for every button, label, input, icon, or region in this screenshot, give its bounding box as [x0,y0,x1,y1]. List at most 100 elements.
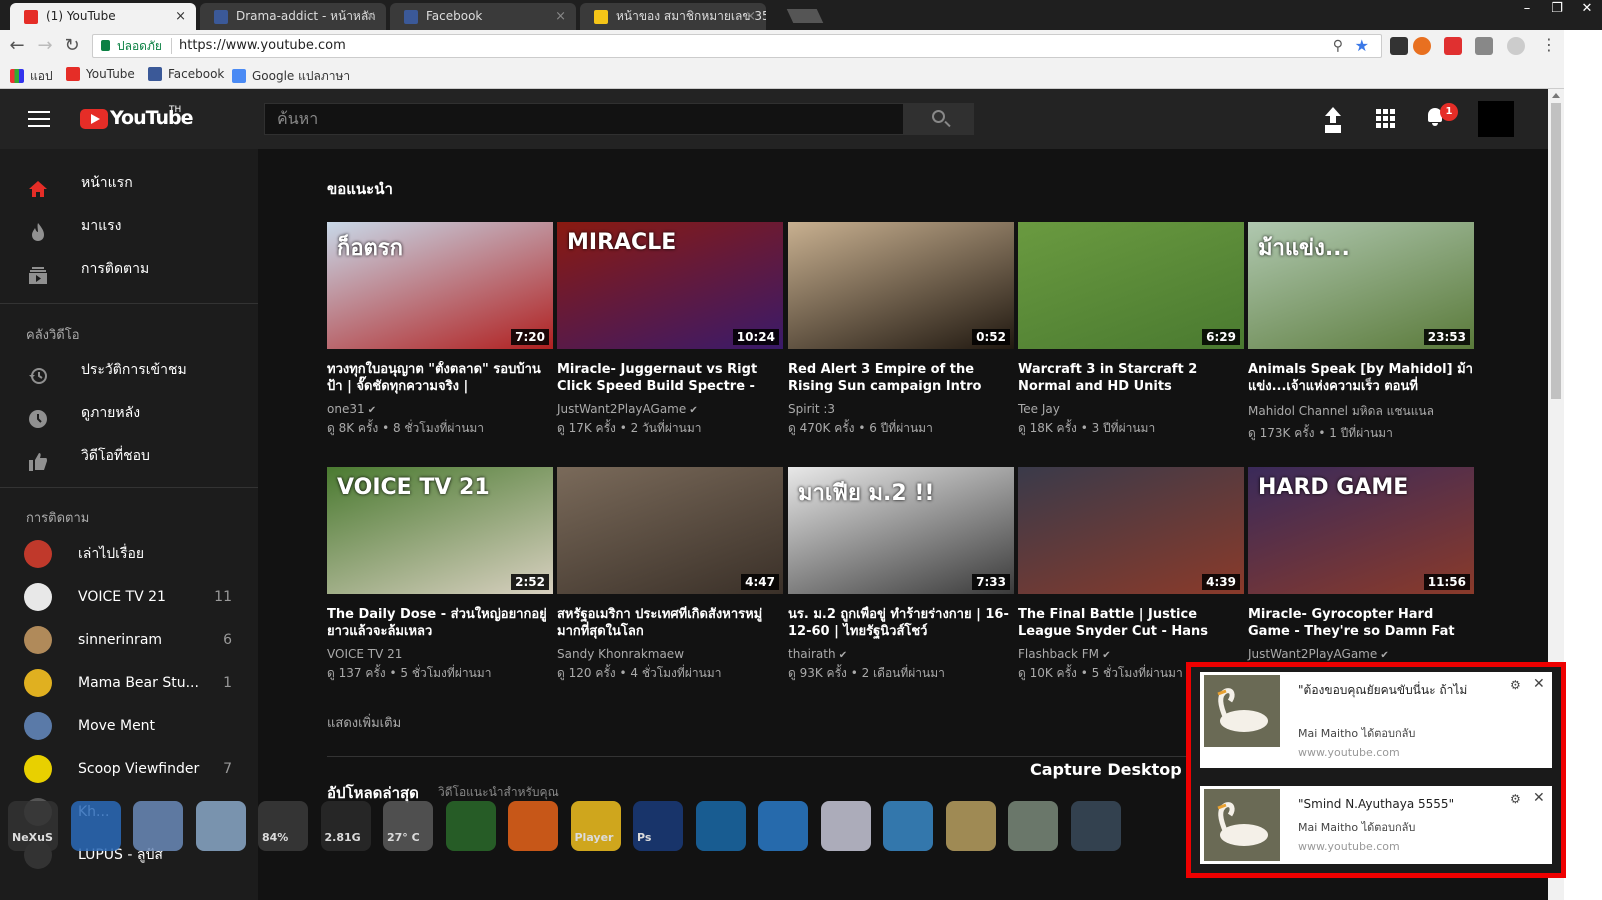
video-thumbnail[interactable]: 0:52 [788,222,1014,349]
scroll-up-arrow-icon[interactable] [1552,93,1560,98]
notification-settings-icon[interactable]: ⚙ [1510,678,1521,692]
photoshop-icon[interactable]: Ps [633,801,683,851]
forward-arrow-icon[interactable]: → [34,35,56,56]
tab-close-icon[interactable]: × [365,3,376,30]
video-card[interactable]: 4:39 The Final Battle | Justice League Sn… [1018,467,1244,683]
sidebar-subscription-item[interactable]: เล่าไปเรื่อย [0,533,258,576]
tab-close-icon[interactable]: × [175,3,186,30]
browser-tab[interactable]: Facebook × [390,3,576,30]
youtube-logo-icon[interactable] [80,109,108,129]
video-thumbnail[interactable]: HARD GAME 11:56 [1248,467,1474,594]
sidebar-item-subscriptions[interactable]: การติดตาม [0,248,258,291]
video-thumbnail[interactable]: MIRACLE 10:24 [557,222,783,349]
firefox-icon[interactable] [508,801,558,851]
video-channel[interactable]: Flashback FM ✔ [1018,647,1244,661]
reload-icon[interactable]: ↻ [61,35,83,56]
sidebar-subscription-item[interactable]: VOICE TV 21 11 [0,576,258,619]
disk-utility-icon[interactable] [820,801,871,851]
video-title[interactable]: Miracle- Juggernaut vs Rigt Click Speed … [557,361,783,395]
sidebar-subscription-item[interactable]: Move Ment [0,705,258,748]
extension-pocket-icon[interactable] [1390,37,1408,55]
video-card[interactable]: ก็อตรก 7:20 ทวงทุกใบอนุญาต "ตั้งตลาด" รอบบ… [327,222,553,438]
flash-tool-icon[interactable] [883,801,933,851]
video-card[interactable]: 6:29 Warcraft 3 in Starcraft 2 Normal and… [1018,222,1244,438]
video-card[interactable]: 4:47 สหรัฐอเมริกา ประเทศที่เกิดสังหารหมู่… [557,467,783,683]
bug-shield-icon[interactable] [758,801,808,851]
scrollbar-thumb[interactable] [1551,103,1561,399]
notification-close-icon[interactable]: ✕ [1533,790,1545,806]
computer-icon[interactable] [133,801,183,851]
video-thumbnail[interactable]: 4:39 [1018,467,1244,594]
browser-tab[interactable]: (1) YouTube × [10,3,196,30]
search-button[interactable] [904,103,974,135]
bookmark-youtube[interactable]: YouTube [66,67,135,81]
search-input[interactable]: ค้นหา [264,103,904,135]
video-thumbnail[interactable]: มาเฟีย ม.2 !! 7:33 [788,467,1014,594]
notification-settings-icon[interactable]: ⚙ [1510,792,1521,806]
zoom-magnifier-icon[interactable]: ⚲ [1333,35,1343,57]
video-thumbnail[interactable]: ก็อตรก 7:20 [327,222,553,349]
video-title[interactable]: นร. ม.2 ถูกเพื่อขู่ ทำร้ายร่างกาย | 16-1… [788,606,1014,640]
video-channel[interactable]: JustWant2PlayAGame ✔ [557,402,783,416]
bookmark-star-icon[interactable]: ★ [1355,35,1369,57]
notification-card[interactable]: "Smind N.Ayuthaya 5555" Mai Maitho ได้ตอบ… [1200,786,1552,864]
video-channel[interactable]: Spirit :3 [788,402,1014,416]
atom-globe-icon[interactable] [945,801,996,851]
webcam-icon[interactable] [1070,801,1121,851]
hamburger-menu-icon[interactable] [28,111,50,127]
extension-orange-icon[interactable] [1413,37,1431,55]
recycle-bin-icon[interactable] [195,801,246,851]
video-title[interactable]: Miracle- Gyrocopter Hard Game - They're … [1248,606,1474,640]
sidebar-subscription-item[interactable]: sinnerinram 6 [0,619,258,662]
video-thumbnail[interactable]: 4:47 [557,467,783,594]
windows-logo-icon[interactable] [70,801,121,851]
close-window-button[interactable]: ✕ [1572,0,1602,20]
video-title[interactable]: Animals Speak [by Mahidol] ม้าแข่ง...เจ้… [1248,361,1474,395]
new-tab-button[interactable] [786,9,824,23]
video-channel[interactable]: Sandy Khonrakmaew [557,647,783,661]
video-channel[interactable]: Mahidol Channel มหิดล แชนแนล [1248,402,1474,421]
apps-grid-icon[interactable] [1372,105,1398,131]
video-thumbnail[interactable]: ม้าแข่ง... 23:53 [1248,222,1474,349]
camera-lens-icon[interactable] [695,801,746,851]
maximize-button[interactable]: ❐ [1542,0,1572,20]
tab-close-icon[interactable]: × [745,3,756,30]
address-bar[interactable]: ปลอดภัย https://www.youtube.com ⚲ ★ [92,34,1382,58]
video-title[interactable]: สหรัฐอเมริกา ประเทศที่เกิดสังหารหมู่มากท… [557,606,783,640]
upload-icon[interactable] [1320,105,1346,131]
notification-card[interactable]: "ต้องขอบคุณยัยคนขับนี่นะ ถ้าไม่ Mai Maith… [1200,672,1552,768]
video-card[interactable]: HARD GAME 11:56 Miracle- Gyrocopter Hard G… [1248,467,1474,664]
video-card[interactable]: MIRACLE 10:24 Miracle- Juggernaut vs Rigt … [557,222,783,438]
video-channel[interactable]: Tee Jay [1018,402,1244,416]
account-avatar[interactable] [1478,101,1514,137]
sidebar-item-liked-videos[interactable]: วิดีโอที่ชอบ [0,435,258,478]
video-thumbnail[interactable]: 6:29 [1018,222,1244,349]
minimize-button[interactable]: – [1512,0,1542,20]
sidebar-subscription-item[interactable]: Scoop Viewfinder 7 [0,748,258,791]
video-title[interactable]: The Daily Dose - ส่วนใหญ่อยากอยู่ยาวแล้ว… [327,606,553,640]
browser-tab[interactable]: Drama-addict - หน้าหลัก × [200,3,386,30]
sidebar-item-watch-later[interactable]: ดูภายหลัง [0,392,258,435]
sidebar-item-home[interactable]: หน้าแรก [0,162,258,205]
cpu-meter-icon[interactable]: 84% [258,801,308,851]
video-card[interactable]: VOICE TV 21 2:52 The Daily Dose - ส่วนใหญ่… [327,467,553,683]
sidebar-item-trending[interactable]: มาแรง [0,205,258,248]
extension-grey-icon[interactable] [1507,37,1525,55]
player-icon[interactable]: Player [570,801,621,851]
video-title[interactable]: Red Alert 3 Empire of the Rising Sun cam… [788,361,1014,395]
tab-close-icon[interactable]: × [555,3,566,30]
video-channel[interactable]: one31 ✔ [327,402,553,416]
show-more-link[interactable]: แสดงเพิ่มเติม [327,712,401,733]
video-title[interactable]: The Final Battle | Justice League Snyder… [1018,606,1244,640]
video-channel[interactable]: JustWant2PlayAGame ✔ [1248,647,1474,661]
video-title[interactable]: Warcraft 3 in Starcraft 2 Normal and HD … [1018,361,1244,395]
sidebar-subscription-item[interactable]: Mama Bear Stu... 1 [0,662,258,705]
nexus-logo-icon[interactable]: NeXuS [8,801,58,851]
extension-off-icon[interactable] [1475,37,1493,55]
video-card[interactable]: ม้าแข่ง... 23:53 Animals Speak [by Mahidol… [1248,222,1474,443]
weather-moon-icon[interactable]: 27° C [383,801,433,851]
bookmark-google-translate[interactable]: Google แปลภาษา [232,67,350,86]
back-arrow-icon[interactable]: ← [6,35,28,56]
video-card[interactable]: มาเฟีย ม.2 !! 7:33 นร. ม.2 ถูกเพื่อขู่ ทำร… [788,467,1014,683]
shuffle-icon[interactable] [445,801,496,851]
